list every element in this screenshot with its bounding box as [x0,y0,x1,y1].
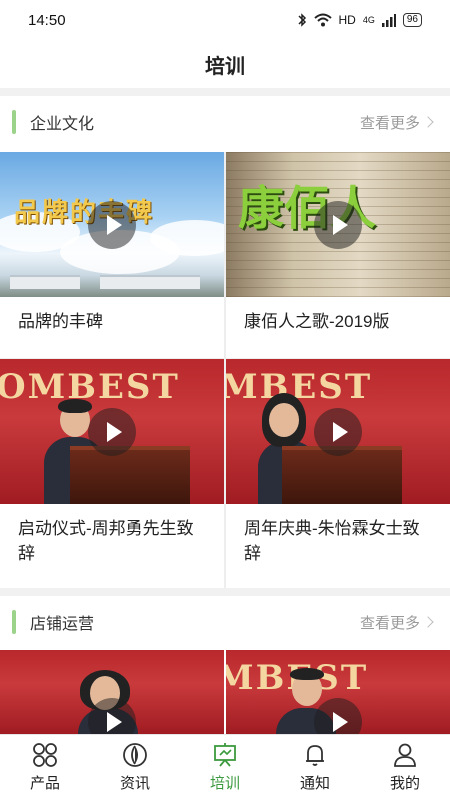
grid-icon [33,743,57,767]
network-type: HD [338,13,356,27]
video-card[interactable]: OMBEST 启动仪式-周邦勇先生致辞 [0,358,224,588]
person-icon [394,743,416,767]
video-card[interactable]: 康佰人 康佰人之歌-2019版 [226,152,450,358]
status-icons: HD 4G 96 [297,13,422,27]
nav-item-profile[interactable]: 我的 [360,735,450,800]
see-more-link[interactable]: 查看更多 [359,112,434,133]
divider [0,588,450,596]
video-thumbnail: OMBEST [0,359,224,504]
thumbnail-text: MBEST [226,367,373,407]
see-more-link[interactable]: 查看更多 [359,612,434,633]
section-header-store-ops: 店铺运营 查看更多 [0,596,450,648]
status-time: 14:50 [28,11,66,29]
video-card[interactable] [0,650,224,734]
play-icon[interactable] [88,200,136,249]
video-title: 品牌的丰碑 [18,312,103,331]
signal-icon [381,13,396,27]
nav-item-training[interactable]: 培训 [180,735,270,800]
see-more-label: 查看更多 [359,114,420,132]
video-thumbnail: MBEST [226,650,450,734]
nav-label: 通知 [299,775,330,792]
thumbnail-text: MBEST [226,658,450,698]
chevron-right-icon [422,116,434,128]
thumbnail-text: OMBEST [0,367,180,407]
easel-icon [214,743,236,767]
section-title: 企业文化 [30,116,95,133]
video-thumbnail: 品牌的丰碑 [0,152,224,297]
column-divider [224,152,226,588]
wifi-icon [313,13,332,27]
nav-item-products[interactable]: 产品 [0,735,90,800]
play-icon[interactable] [88,407,136,456]
bluetooth-icon [297,13,306,27]
signal-label: 4G [362,15,375,25]
play-icon[interactable] [314,698,362,734]
nav-label: 我的 [389,775,420,792]
divider [0,88,450,96]
nav-item-notifications[interactable]: 通知 [270,735,360,800]
video-card[interactable]: 品牌的丰碑 品牌的丰碑 [0,152,224,358]
nav-label: 产品 [29,775,60,792]
nav-item-news[interactable]: 资讯 [90,735,180,800]
section-title: 店铺运营 [30,616,95,633]
video-title: 周年庆典-朱怡霖女士致辞 [244,519,420,563]
bell-icon [306,745,324,766]
play-icon[interactable] [314,200,362,249]
play-icon[interactable] [314,407,362,456]
video-thumbnail [0,650,224,734]
battery-icon: 96 [402,13,422,27]
section-accent-bar [12,110,16,134]
page-title: 培训 [205,55,245,78]
nav-label: 资讯 [119,775,150,792]
video-title: 康佰人之歌-2019版 [244,312,390,331]
section-header-culture: 企业文化 查看更多 [0,96,450,148]
nav-label: 培训 [209,775,240,792]
video-thumbnail: MBEST [226,359,450,504]
video-thumbnail: 康佰人 [226,152,450,297]
video-card[interactable]: MBEST 周年庆典-朱怡霖女士致辞 [226,358,450,588]
chevron-right-icon [422,616,434,628]
compass-icon [123,743,147,767]
section-accent-bar [12,610,16,634]
play-icon[interactable] [88,698,136,734]
video-title: 启动仪式-周邦勇先生致辞 [18,519,194,563]
video-card[interactable]: MBEST [226,650,450,734]
bottom-nav: 产品 资讯 培训 通知 我的 [0,734,450,800]
status-bar: 14:50 HD 4G 96 [0,0,450,40]
see-more-label: 查看更多 [359,614,420,632]
